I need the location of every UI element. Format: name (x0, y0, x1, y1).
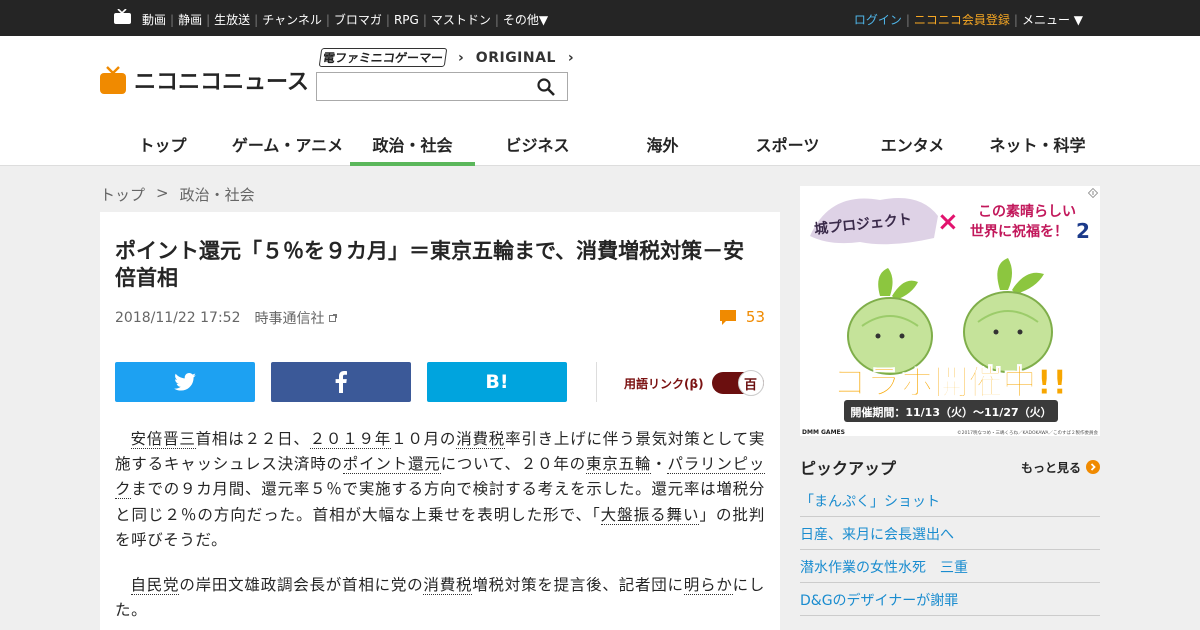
term-keyword-link[interactable]: ２０１９年 (309, 430, 392, 449)
nav-other-dropdown[interactable]: その他▼ (499, 11, 552, 28)
account-nav: ログイン | ニコニコ会員登録 | メニュー ▼ (850, 11, 1087, 28)
term-keyword-link[interactable]: 消費税 (456, 430, 506, 449)
twitter-share-button[interactable] (115, 362, 255, 402)
external-link-icon (328, 314, 337, 322)
ad-right-title-2: 世界に祝福を！ (970, 223, 1068, 240)
login-link[interactable]: ログイン (850, 11, 906, 28)
nav-live[interactable]: 生放送 (210, 11, 254, 28)
tab-sports[interactable]: スポーツ (725, 126, 850, 166)
tab-net-science[interactable]: ネット・科学 (975, 126, 1100, 166)
sidebar-ad-banner[interactable]: 城プロジェクト × この素晴らしい 世界に祝福を！ 2 コラボ開催中!! 開催期… (800, 186, 1100, 436)
tab-business[interactable]: ビジネス (475, 126, 600, 166)
menu-dropdown[interactable]: メニュー ▼ (1018, 11, 1087, 28)
breadcrumb-current[interactable]: 政治・社会 (180, 184, 255, 205)
comment-icon (719, 309, 736, 325)
tab-game-anime[interactable]: ゲーム・アニメ (225, 126, 350, 166)
breadcrumb-separator: > (156, 184, 169, 202)
sub-nav: 電ファミニコゲーマー › ORIGINAL › (318, 48, 586, 67)
ad-artwork: 城プロジェクト × この素晴らしい 世界に祝福を！ 2 コラボ開催中!! 開催期… (800, 186, 1100, 436)
term-keyword-link[interactable]: 明らか (683, 576, 733, 596)
search-icon[interactable] (537, 78, 555, 96)
ad-period: 開催期間：11/13（火）～11/27（火） (850, 405, 1051, 419)
chevron-right-icon: › (458, 49, 464, 66)
logo-text: ニコニコニュース (134, 70, 309, 95)
divider (596, 362, 597, 402)
ad-headline: コラボ開催中!! (832, 363, 1067, 403)
paragraph-text: について、２０年の (440, 455, 586, 474)
hatena-bookmark-button[interactable]: B! (427, 362, 567, 402)
ad-cross: × (937, 207, 959, 237)
ad-brand: DMM GAMES (802, 429, 845, 436)
article-paragraph: 安倍晋三首相は２２日、２０１９年１０月の消費税率引き上げに伴う景気対策として実施… (115, 427, 765, 553)
site-logo[interactable]: ニコニコニュース (100, 64, 309, 96)
term-keyword-link[interactable]: 大盤振る舞い (600, 505, 700, 525)
site-header: ニコニコニュース 電ファミニコゲーマー › ORIGINAL › トップ ゲーム… (0, 36, 1200, 166)
service-nav: 動画 | 静画 | 生放送 | チャンネル | ブロマガ | RPG | マストドン | その… (138, 11, 552, 28)
article-title: ポイント還元「５％を９カ月」＝東京五輪まで、消費増税対策－安倍首相 (115, 239, 745, 290)
arrow-right-circle-icon (1086, 460, 1100, 474)
pickup-item[interactable]: 日産、来月に会長選出へ (800, 517, 1100, 550)
category-tabs: トップ ゲーム・アニメ 政治・社会 ビジネス 海外 スポーツ エンタメ ネット・… (100, 126, 1100, 166)
original-link[interactable]: ORIGINAL (476, 50, 556, 66)
breadcrumb-home[interactable]: トップ (100, 184, 145, 205)
nav-channel[interactable]: チャンネル (258, 11, 326, 28)
pickup-header: ピックアップ もっと見る (800, 455, 1100, 479)
paragraph-text: 首相は２２日、 (195, 430, 310, 448)
facebook-icon (335, 371, 347, 393)
niconico-tv-icon[interactable] (114, 9, 131, 24)
ad-right-number: 2 (1076, 219, 1090, 243)
nav-douga[interactable]: 動画 (138, 11, 170, 28)
more-link[interactable]: もっと見る (1021, 459, 1100, 476)
breadcrumb: トップ > 政治・社会 (100, 184, 255, 205)
term-keyword-link[interactable]: 自民党 (130, 576, 180, 596)
term-link-label: 用語リンク(β) (624, 376, 704, 391)
article-meta: 2018/11/22 17:52 時事通信社 (115, 308, 337, 328)
ad-copyright: ©2017暁なつめ・三嶋くろね／KADOKAWA／このすば２製作委員会 (957, 429, 1098, 436)
nav-rpg[interactable]: RPG (390, 13, 423, 27)
pickup-item[interactable]: D&Gのデザイナーが謝罪 (800, 583, 1100, 616)
term-keyword-link[interactable]: 消費税 (423, 576, 473, 596)
paragraph-text: 増税対策を提言後、記者団に (472, 576, 684, 595)
paragraph-text: １０月の (391, 430, 457, 448)
pickup-item[interactable]: 潜水作業の女性水死 三重 (800, 550, 1100, 583)
search-box (316, 72, 568, 101)
pickup-title: ピックアップ (800, 459, 897, 478)
facebook-share-button[interactable] (271, 362, 411, 402)
nav-blomaga[interactable]: ブロマガ (330, 11, 386, 28)
search-input[interactable] (317, 73, 527, 100)
ad-right-title-1: この素晴らしい (978, 203, 1076, 220)
tab-overseas[interactable]: 海外 (600, 126, 725, 166)
tab-top[interactable]: トップ (100, 126, 225, 166)
article-source-link[interactable]: 時事通信社 (255, 308, 325, 328)
article-date: 2018/11/22 17:52 (115, 310, 241, 326)
nav-mastodon[interactable]: マストドン (427, 11, 495, 28)
niconico-logo-icon (100, 66, 126, 94)
ad-info-icon[interactable] (1088, 188, 1098, 198)
term-keyword-link[interactable]: 東京五輪 (585, 455, 652, 475)
article-card: ポイント還元「５％を９カ月」＝東京五輪まで、消費増税対策－安倍首相 2018/1… (100, 212, 780, 630)
chevron-right-icon: › (567, 49, 574, 66)
global-topbar: 動画 | 静画 | 生放送 | チャンネル | ブロマガ | RPG | マストドン | その… (0, 0, 1200, 36)
article-paragraph: 自民党の岸田文雄政調会長が首相に党の消費税増税対策を提言後、記者団に明らかにした… (115, 573, 765, 623)
pickup-list: 「まんぷく」ショット 日産、来月に会長選出へ 潜水作業の女性水死 三重 D&Gの… (800, 484, 1100, 616)
term-keyword-link[interactable]: ポイント還元 (342, 455, 441, 475)
dengeki-link[interactable]: 電ファミニコゲーマー (318, 48, 448, 67)
pickup-item[interactable]: 「まんぷく」ショット (800, 484, 1100, 517)
paragraph-text: の岸田文雄政調会長が首相に党の (179, 576, 424, 595)
nav-seiga[interactable]: 静画 (174, 11, 206, 28)
tab-politics-society[interactable]: 政治・社会 (350, 126, 475, 166)
twitter-icon (174, 373, 196, 391)
tab-entertainment[interactable]: エンタメ (850, 126, 975, 166)
paragraph-text: ・ (651, 455, 668, 474)
comment-count: 53 (745, 308, 765, 326)
comment-count-link[interactable]: 53 (719, 308, 765, 326)
term-keyword-link[interactable]: 安倍晋三 (130, 430, 196, 449)
share-buttons: B! (115, 362, 583, 402)
register-link[interactable]: ニコニコ会員登録 (910, 11, 1014, 28)
article-body: 安倍晋三首相は２２日、２０１９年１０月の消費税率引き上げに伴う景気対策として実施… (115, 427, 765, 623)
more-link-label: もっと見る (1020, 460, 1081, 475)
term-link-toggle[interactable]: 百 (711, 370, 764, 396)
term-toggle-knob: 百 (737, 370, 764, 396)
term-link-control: 用語リンク(β) 百 (624, 370, 764, 396)
